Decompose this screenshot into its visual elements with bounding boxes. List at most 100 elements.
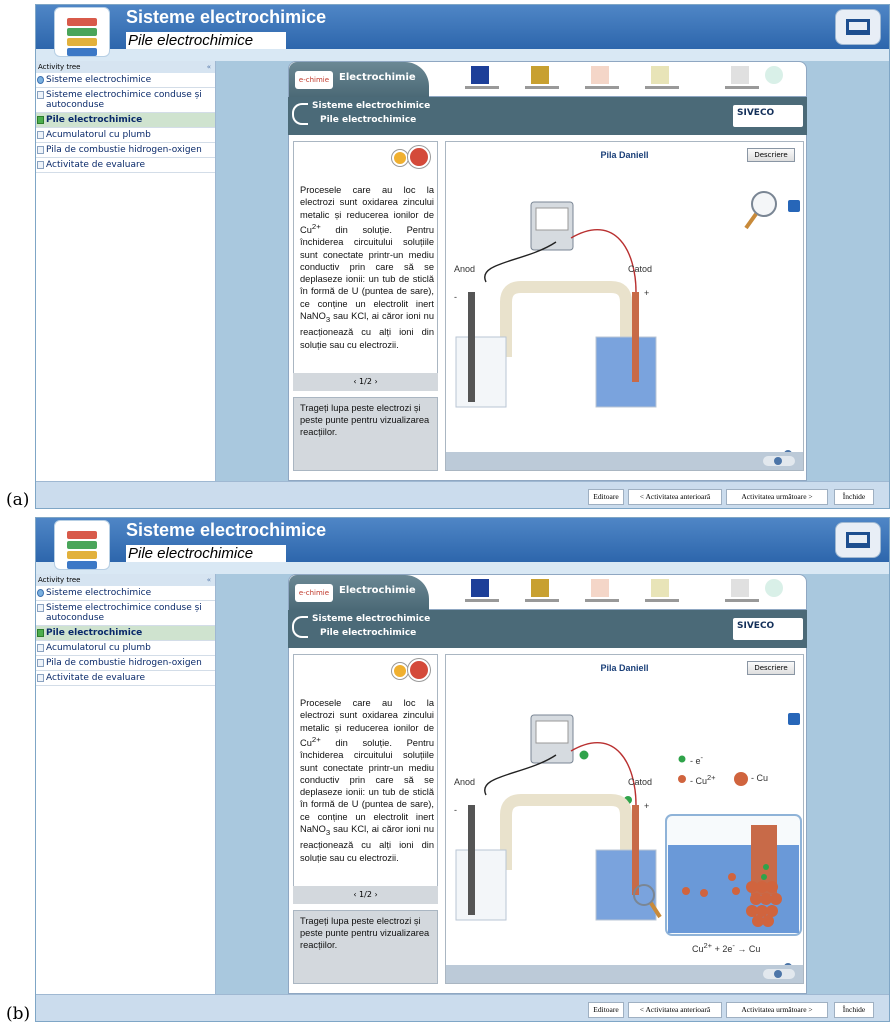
tree-item-sisteme[interactable]: Sisteme electrochimice xyxy=(36,73,215,88)
globe-icon xyxy=(37,589,44,597)
echimie-tab: e-chimie Electrochimie xyxy=(289,62,429,98)
previous-activity-button[interactable]: < Activitatea anterioară xyxy=(628,1002,722,1018)
sim-nav-icon[interactable] xyxy=(763,969,795,979)
page-icon xyxy=(37,659,44,667)
lesson-text: Procesele care au loc la electrozi sunt … xyxy=(300,698,434,863)
program-logo-icon xyxy=(645,66,679,89)
ministry-logo-icon xyxy=(725,579,759,602)
page-icon xyxy=(37,629,44,637)
copper-electrode xyxy=(632,292,639,382)
tree-item-conduse[interactable]: Sisteme electrochimice conduse și autoco… xyxy=(36,88,215,113)
text-panel: Procesele care au loc la electrozi sunt … xyxy=(293,654,438,904)
bottom-navbar: Editoare < Activitatea anterioară Activi… xyxy=(36,481,889,508)
anode-beaker xyxy=(455,336,507,408)
app-window-b: Sisteme electrochimice Pile electrochimi… xyxy=(35,517,890,1022)
app-subtitle: Pile electrochimice xyxy=(126,545,286,562)
book-icon[interactable] xyxy=(835,522,881,558)
legend-cu-ion-label: - Cu2+ xyxy=(690,773,716,786)
minus-sign: - xyxy=(454,292,457,302)
fse-logo-icon xyxy=(585,579,619,602)
panel-label-b: (b) xyxy=(6,1004,31,1024)
collapse-icon[interactable]: « xyxy=(207,61,211,73)
page-icon xyxy=(37,674,44,682)
previous-activity-button[interactable]: < Activitatea anterioară xyxy=(628,489,722,505)
arrow-icon xyxy=(292,616,308,638)
legend-cu-ion-icon xyxy=(678,775,686,783)
plus-sign: + xyxy=(644,288,650,298)
editors-button[interactable]: Editoare xyxy=(588,489,624,505)
simulation-area: Pila Daniell Descriere xyxy=(445,141,804,471)
reset-icon[interactable] xyxy=(788,713,800,725)
fse-logo-icon xyxy=(585,66,619,89)
tree-item-pile[interactable]: Pile electrochimice xyxy=(36,113,215,128)
breadcrumb-level2: Pile electrochimice xyxy=(320,628,417,638)
zinc-electrode xyxy=(468,292,475,402)
eu-flag-icon xyxy=(465,66,499,89)
book-icon[interactable] xyxy=(835,9,881,45)
next-activity-button[interactable]: Activitatea următoare > xyxy=(726,1002,828,1018)
app-title: Sisteme electrochimice xyxy=(126,520,327,540)
magnifier-icon[interactable] xyxy=(751,191,777,217)
daniell-cell-diagram xyxy=(455,713,802,971)
lesson-content: e-chimie Electrochimie Sisteme electroch… xyxy=(288,574,807,994)
collapse-icon[interactable]: « xyxy=(207,574,211,586)
tree-item-conduse[interactable]: Sisteme electrochimice conduse și autoco… xyxy=(36,601,215,626)
activity-tree: Activity tree « Sisteme electrochimice Si… xyxy=(36,574,216,994)
close-button[interactable]: Închide xyxy=(834,1002,874,1018)
help-icon[interactable] xyxy=(392,150,408,166)
anode-beaker xyxy=(455,849,507,921)
page-icon xyxy=(37,644,44,652)
lesson-content: e-chimie Electrochimie Sisteme electroch… xyxy=(288,61,807,481)
books-logo-icon xyxy=(54,7,110,57)
legend-electron-icon xyxy=(677,754,687,764)
activity-tree-header: Activity tree « xyxy=(36,574,215,586)
app-title: Sisteme electrochimice xyxy=(126,7,327,27)
cathode-label: Catod xyxy=(628,264,653,274)
editors-button[interactable]: Editoare xyxy=(588,1002,624,1018)
echimie-badge: e-chimie xyxy=(295,584,333,602)
eu-flag-icon xyxy=(465,579,499,602)
tree-item-evaluare[interactable]: Activitate de evaluare xyxy=(36,671,215,686)
reset-icon[interactable] xyxy=(788,200,800,212)
coat-of-arms-icon xyxy=(525,579,559,602)
echimie-tab: e-chimie Electrochimie xyxy=(289,575,429,611)
tree-item-sisteme[interactable]: Sisteme electrochimice xyxy=(36,586,215,601)
arrow-icon xyxy=(292,103,308,125)
legend-cu-icon xyxy=(734,772,748,786)
help-icon[interactable] xyxy=(392,663,408,679)
pencil-icon[interactable] xyxy=(408,146,430,168)
next-activity-button[interactable]: Activitatea următoare > xyxy=(726,489,828,505)
copper-electrode xyxy=(632,805,639,895)
app-window-a: Sisteme electrochimice Pile electrochimi… xyxy=(35,4,890,509)
page-icon xyxy=(37,146,44,154)
tree-item-pila-combustie[interactable]: Pila de combustie hidrogen-oxigen xyxy=(36,143,215,158)
bottom-navbar: Editoare < Activitatea anterioară Activi… xyxy=(36,994,889,1021)
page-icon xyxy=(37,131,44,139)
breadcrumb: Sisteme electrochimice Pile electrochimi… xyxy=(288,97,807,135)
tree-item-evaluare[interactable]: Activitate de evaluare xyxy=(36,158,215,173)
ministry-logo-icon xyxy=(725,66,759,89)
anode-label: Anod xyxy=(454,264,476,274)
hint-text: Trageți lupa peste electrozi și peste pu… xyxy=(293,910,438,984)
tree-item-pila-combustie[interactable]: Pila de combustie hidrogen-oxigen xyxy=(36,656,215,671)
echimie-badge: e-chimie xyxy=(295,71,333,89)
round-logo-icon xyxy=(765,66,783,84)
tree-item-acumulator[interactable]: Acumulatorul cu plumb xyxy=(36,128,215,143)
tree-item-acumulator[interactable]: Acumulatorul cu plumb xyxy=(36,641,215,656)
minus-sign: - xyxy=(454,805,457,815)
lesson-topbar: e-chimie Electrochimie xyxy=(288,574,807,611)
text-panel: Procesele care au loc la electrozi sunt … xyxy=(293,141,438,391)
sim-nav-icon[interactable] xyxy=(763,456,795,466)
close-button[interactable]: Închide xyxy=(834,489,874,505)
pencil-icon[interactable] xyxy=(408,659,430,681)
breadcrumb-level1[interactable]: Sisteme electrochimice xyxy=(312,614,430,624)
daniell-cell-diagram xyxy=(455,191,800,458)
tree-item-pile[interactable]: Pile electrochimice xyxy=(36,626,215,641)
lesson-topbar: e-chimie Electrochimie xyxy=(288,61,807,98)
reaction-equation: Cu2+ + 2e- → Cu xyxy=(692,941,761,954)
text-pager[interactable]: ‹ 1/2 › xyxy=(293,373,438,391)
hint-text: Trageți lupa peste electrozi și peste pu… xyxy=(293,397,438,471)
breadcrumb-level1[interactable]: Sisteme electrochimice xyxy=(312,101,430,111)
activity-tree-header: Activity tree « xyxy=(36,61,215,73)
text-pager[interactable]: ‹ 1/2 › xyxy=(293,886,438,904)
